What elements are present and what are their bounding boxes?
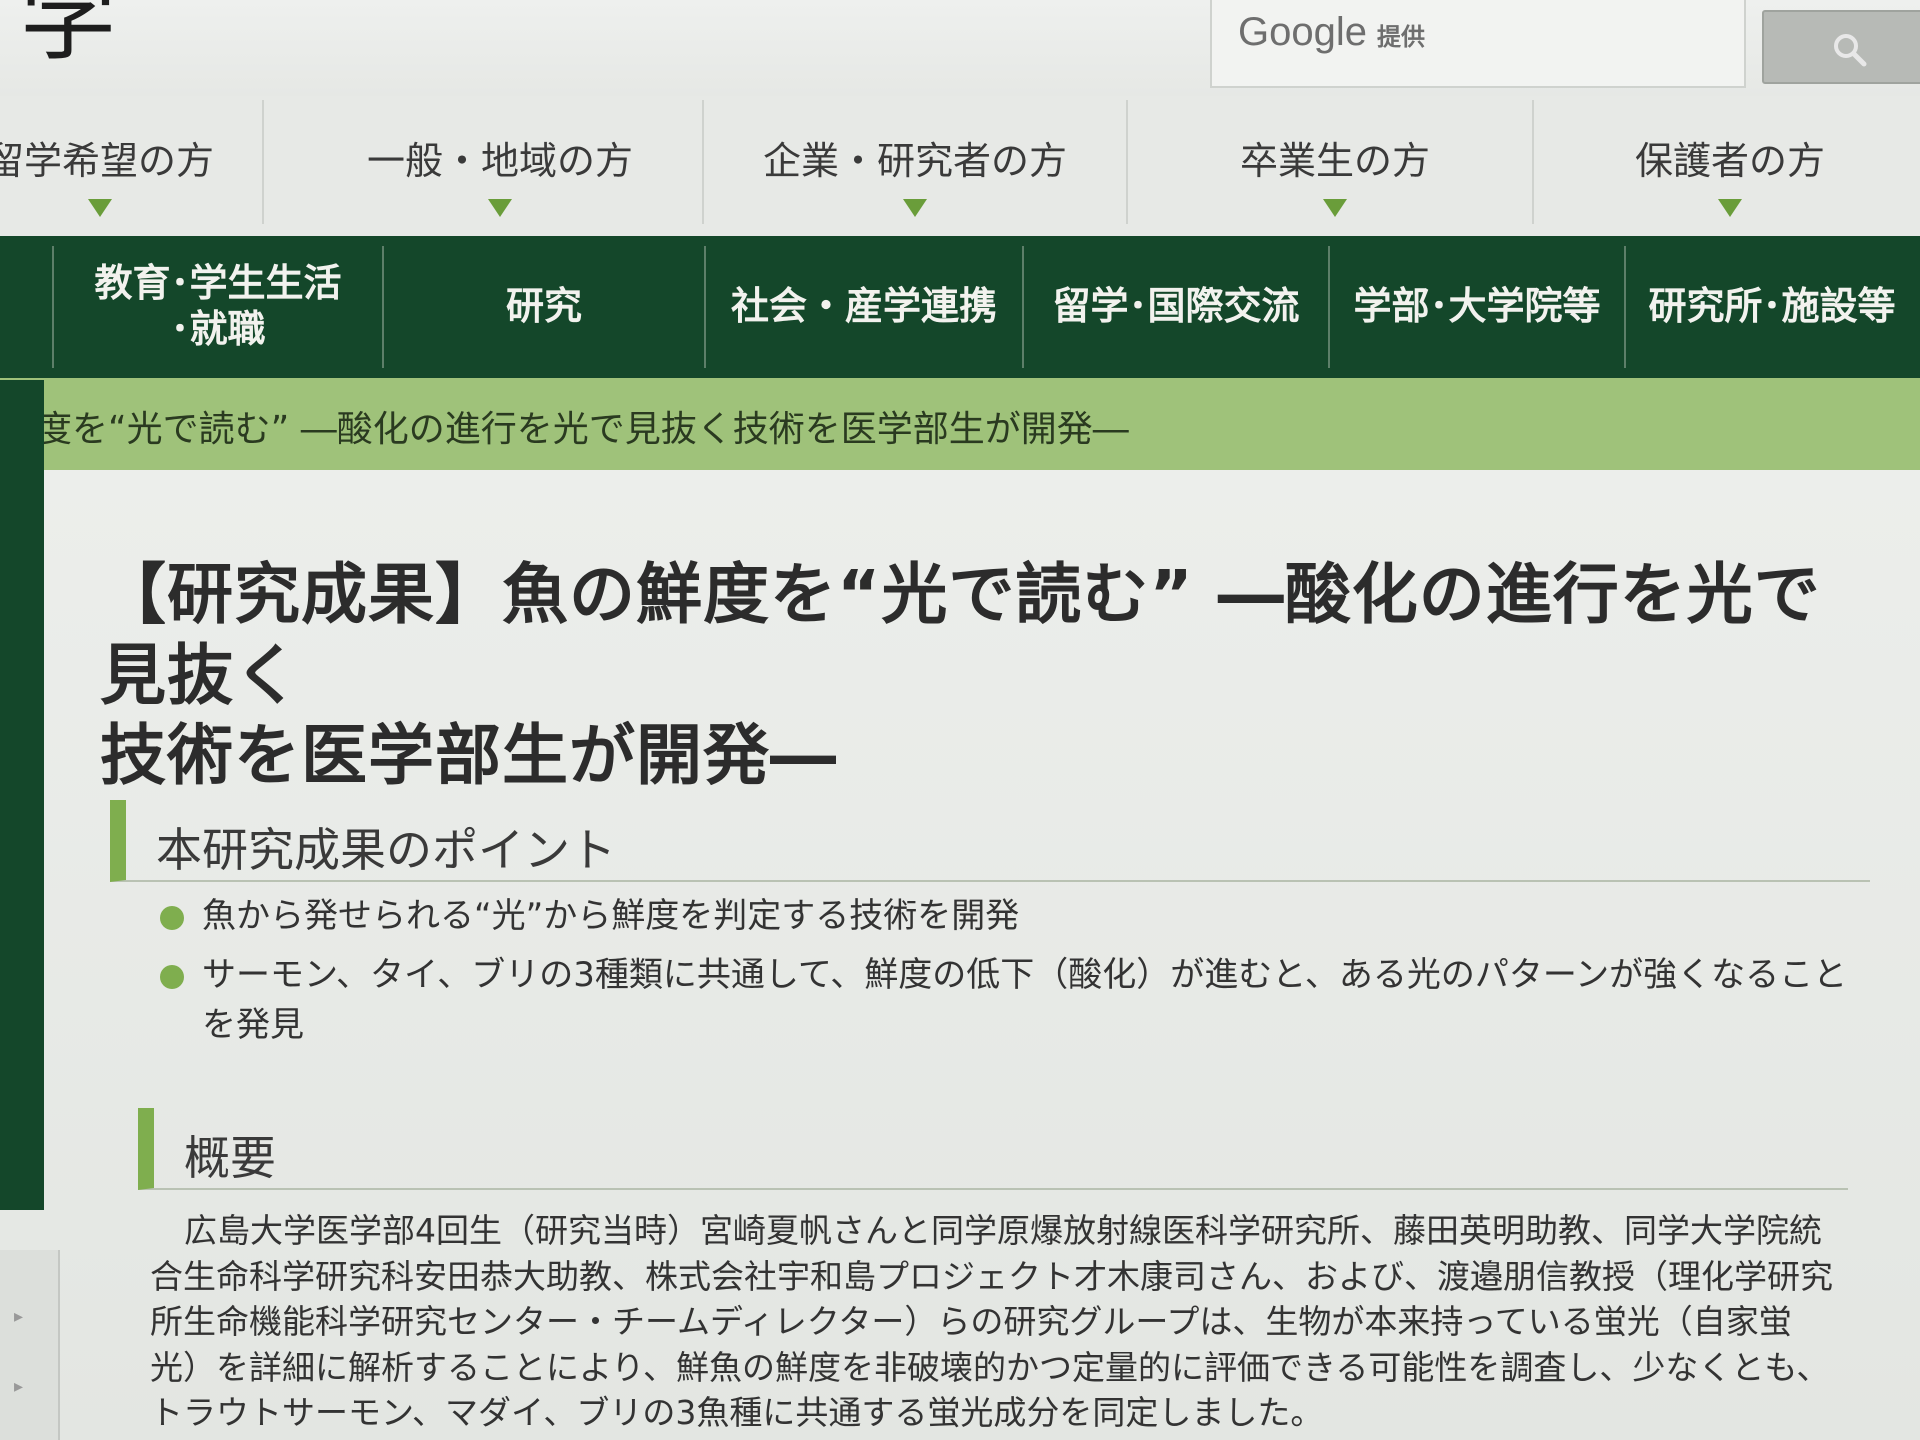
audience-item-label: 一般・地域の方 xyxy=(366,139,633,183)
search-icon xyxy=(1834,34,1867,67)
main-nav-society[interactable]: 社会・産学連携 xyxy=(708,236,1020,378)
audience-item-public[interactable]: 一般・地域の方 xyxy=(300,96,700,236)
nav-divider xyxy=(1532,100,1534,224)
main-nav-research[interactable]: 研究 xyxy=(386,236,702,378)
main-nav-label: 留学･国際交流 xyxy=(1052,284,1300,329)
summary-paragraph: 広島大学医学部4回生（研究当時）宮崎夏帆さんと同学原爆放射線医科学研究所、藤田英… xyxy=(150,1211,1833,1433)
main-nav-faculties[interactable]: 学部･大学院等 xyxy=(1332,236,1622,378)
list-item: 魚から発せられる“光”から鮮度を判定する技術を開発 xyxy=(160,892,1880,941)
page-title: 【研究成果】魚の鮮度を“光で読む” ―酸化の進行を光で見抜く 技術を医学部生が開… xyxy=(100,555,1880,797)
search-button[interactable] xyxy=(1762,10,1920,84)
page-title-line2: 技術を医学部生が開発― xyxy=(100,717,837,795)
nav-divider xyxy=(262,100,264,224)
left-rail xyxy=(0,380,44,1210)
search-brand: Google 提供 xyxy=(1238,10,1425,55)
main-nav-international[interactable]: 留学･国際交流 xyxy=(1026,236,1326,378)
bullet-icon xyxy=(160,965,184,990)
site-logo[interactable]: 学 xyxy=(20,0,116,66)
nav-divider xyxy=(52,246,54,368)
nav-divider xyxy=(1022,246,1024,368)
nav-divider xyxy=(1126,100,1128,224)
main-nav-label-line2: ･就職 xyxy=(170,307,266,351)
nav-divider xyxy=(1624,246,1626,368)
site-header: 学 Google 提供 xyxy=(0,0,1920,96)
nav-divider xyxy=(702,100,704,224)
list-item: サーモン、タイ、ブリの3種類に共通して、鮮度の低下（酸化）が進むと、ある光のパタ… xyxy=(160,951,1880,1050)
nav-divider xyxy=(382,246,384,368)
section-heading-summary: 概要 xyxy=(138,1108,1848,1190)
points-list: 魚から発せられる“光”から鮮度を判定する技術を開発 サーモン、タイ、ブリの3種類… xyxy=(160,892,1880,1060)
nav-divider xyxy=(704,246,706,368)
chevron-right-icon: ▸ xyxy=(14,1376,24,1397)
triangle-down-icon xyxy=(88,199,112,217)
audience-item-international[interactable]: 留学希望の方 xyxy=(0,96,230,236)
main-nav-label: 研究所･施設等 xyxy=(1648,284,1896,329)
search-brand-name: Google xyxy=(1238,10,1367,54)
triangle-down-icon xyxy=(1323,199,1347,217)
main-nav-label: 研究 xyxy=(505,284,582,329)
main-nav: 教育･学生生活 ･就職 研究 社会・産学連携 留学･国際交流 学部･大学院等 研究… xyxy=(0,236,1920,378)
side-panel[interactable]: ▸ ▸ xyxy=(0,1250,60,1440)
main-nav-label: 学部･大学院等 xyxy=(1353,284,1601,329)
audience-item-label: 留学希望の方 xyxy=(0,139,214,183)
search-input[interactable]: Google 提供 xyxy=(1210,0,1746,88)
audience-item-parents[interactable]: 保護者の方 xyxy=(1560,96,1900,236)
triangle-down-icon xyxy=(488,199,512,217)
main-nav-label: 社会・産学連携 xyxy=(730,284,997,329)
audience-item-business[interactable]: 企業・研究者の方 xyxy=(730,96,1100,236)
nav-divider xyxy=(1328,246,1330,368)
point-text: サーモン、タイ、ブリの3種類に共通して、鮮度の低下（酸化）が進むと、ある光のパタ… xyxy=(202,955,1848,1045)
search-brand-suffix: 提供 xyxy=(1376,24,1425,51)
audience-item-label: 保護者の方 xyxy=(1634,139,1825,183)
triangle-down-icon xyxy=(1718,199,1742,217)
main-nav-label: 教育･学生生活 xyxy=(94,261,342,306)
page-title-line1: 【研究成果】魚の鮮度を“光で読む” ―酸化の進行を光で見抜く xyxy=(100,556,1821,714)
point-text: 魚から発せられる“光”から鮮度を判定する技術を開発 xyxy=(202,896,1020,936)
bullet-icon xyxy=(160,906,184,930)
section-heading-points: 本研究成果のポイント xyxy=(110,800,1870,882)
breadcrumb: 鮮度を“光で読む” ―酸化の進行を光で見抜く技術を医学部生が開発― xyxy=(0,378,1920,470)
audience-item-label: 企業・研究者の方 xyxy=(762,139,1067,183)
chevron-right-icon: ▸ xyxy=(14,1306,24,1327)
triangle-down-icon xyxy=(903,199,927,217)
audience-item-label: 卒業生の方 xyxy=(1239,139,1430,183)
main-nav-institutes[interactable]: 研究所･施設等 xyxy=(1628,236,1916,378)
audience-item-alumni[interactable]: 卒業生の方 xyxy=(1150,96,1520,236)
audience-nav: 留学希望の方 一般・地域の方 企業・研究者の方 卒業生の方 保護者の方 xyxy=(0,96,1920,236)
main-nav-education[interactable]: 教育･学生生活 ･就職 xyxy=(56,236,380,378)
